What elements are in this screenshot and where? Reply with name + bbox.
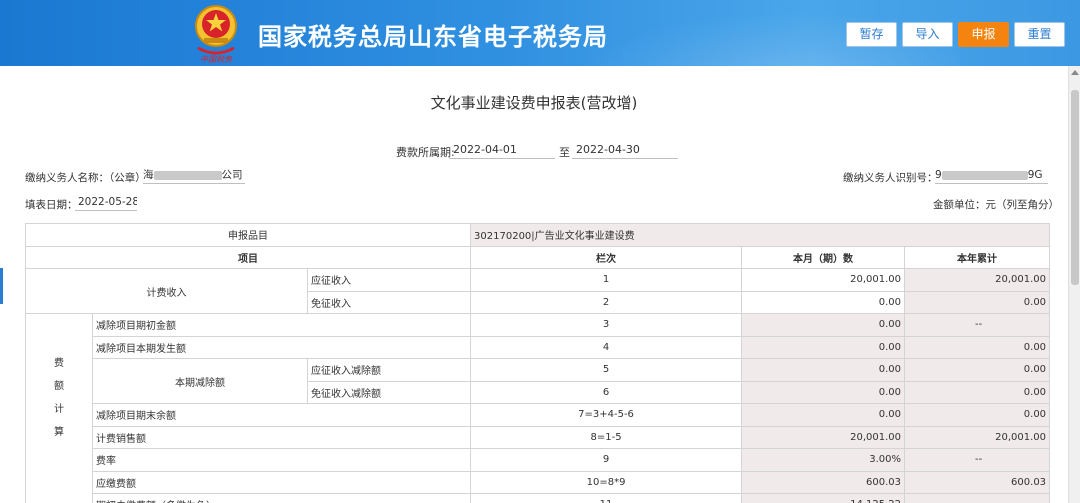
deduct-this-period-label: 本期减除额: [92, 358, 308, 404]
save-draft-button[interactable]: 暂存: [846, 22, 897, 47]
month-amount-input[interactable]: 20,001.00: [741, 268, 906, 292]
column-number: 8=1-5: [470, 425, 743, 449]
reset-button[interactable]: 重置: [1014, 22, 1065, 47]
table-row: 申报品目 302170200|广告业文化事业建设费: [24, 223, 1051, 247]
year-amount: 600.03: [904, 470, 1051, 494]
deduct-start-label: 减除项目期初金额: [91, 313, 472, 337]
month-amount-input[interactable]: 0.00: [741, 290, 906, 314]
exempt-income-label: 免征收入: [306, 290, 472, 314]
table-row: 计费销售额 8=1-5 20,001.00 20,001.00: [26, 425, 1051, 449]
table-row: 计费收入 应征收入 1 20,001.00 20,001.00: [25, 268, 1051, 314]
column-number: 4: [470, 335, 743, 359]
import-button[interactable]: 导入: [902, 22, 953, 47]
year-amount: 0.00: [904, 403, 1051, 427]
year-amount: 20,001.00: [904, 268, 1051, 292]
payer-name-prefix: 海: [143, 169, 154, 181]
declaration-table: 申报品目 302170200|广告业文化事业建设费 项目 栏次 本月（期）数 本…: [24, 223, 1051, 503]
taxable-income-label: 应征收入: [306, 268, 472, 292]
table-row: 减除项目本期发生额 4 0.00 0.00: [26, 335, 1051, 359]
column-number: 1: [470, 268, 743, 292]
period-start-input[interactable]: [449, 140, 555, 159]
month-amount: 0.00: [741, 335, 906, 359]
column-number: 2: [470, 290, 743, 314]
scroll-up-icon[interactable]: [1071, 70, 1079, 75]
month-amount: 14,125.22: [741, 493, 906, 503]
fill-date-value: 2022-05-28: [75, 194, 137, 211]
year-amount: --: [904, 313, 1051, 337]
payer-name-field[interactable]: 海 公司: [143, 167, 245, 184]
month-amount: 3.00%: [741, 448, 906, 472]
submit-button[interactable]: 申报: [958, 22, 1009, 47]
header-column: 栏次: [470, 245, 743, 269]
deduct-taxable-label: 应征收入减除额: [306, 358, 472, 382]
table-row: 应缴费额 10=8*9 600.03 600.03: [26, 470, 1051, 494]
redacted-bar: [153, 170, 222, 180]
fee-calculation-label: 费 额 计 算: [25, 313, 93, 503]
payer-id-prefix: 9: [935, 169, 942, 181]
month-amount: 0.00: [741, 358, 906, 382]
svg-text:中国税务: 中国税务: [200, 55, 233, 64]
month-amount: 20,001.00: [741, 425, 906, 449]
deduct-current-label: 减除项目本期发生额: [91, 335, 472, 359]
header-month: 本月（期）数: [741, 245, 906, 269]
year-amount: 20,001.00: [904, 425, 1051, 449]
fill-date-label: 填表日期：: [25, 199, 78, 211]
column-number: 6: [470, 380, 743, 404]
left-edge-indicator: [0, 268, 3, 304]
year-amount: [904, 493, 1051, 503]
table-row: 本期减除额 应征收入减除额 5 0.00 0.00: [26, 358, 1051, 404]
payer-name-label: 缴纳义务人名称：（公章）: [25, 172, 146, 184]
payer-name-suffix: 公司: [221, 169, 243, 181]
column-number: 3: [470, 313, 743, 337]
table-row: 期初未缴费额（多缴为负） 11 14,125.22: [26, 493, 1051, 503]
billing-income-label: 计费收入: [25, 268, 308, 314]
prepaid-label: 期初未缴费额（多缴为负）: [91, 493, 472, 503]
month-amount: 0.00: [741, 380, 906, 404]
amount-unit-label: 金额单位：元（列至角分）: [933, 199, 1059, 211]
table-row: 费率 9 3.00% --: [26, 448, 1051, 472]
vertical-scrollbar[interactable]: [1068, 66, 1080, 503]
header-year: 本年累计: [904, 245, 1051, 269]
month-amount: 0.00: [741, 403, 906, 427]
fee-sales-label: 计费销售额: [91, 425, 472, 449]
header-project: 项目: [24, 245, 472, 269]
payer-id-label: 缴纳义务人识别号：: [843, 172, 938, 184]
table-row: 减除项目期末余额 7=3+4-5-6 0.00 0.00: [26, 403, 1051, 427]
item-value[interactable]: 302170200|广告业文化事业建设费: [470, 223, 1051, 247]
payer-id-field[interactable]: 9 9G: [935, 167, 1048, 184]
column-number: 11: [470, 493, 743, 503]
year-amount: 0.00: [904, 290, 1051, 314]
site-title: 国家税务总局山东省电子税务局: [258, 23, 608, 51]
period-end-input[interactable]: [572, 140, 678, 159]
deduct-end-label: 减除项目期末余额: [91, 403, 472, 427]
column-number: 10=8*9: [470, 470, 743, 494]
year-amount: 0.00: [904, 335, 1051, 359]
column-number: 5: [470, 358, 743, 382]
deduct-exempt-label: 免征收入减除额: [306, 380, 472, 404]
payer-id-suffix: 9G: [1027, 169, 1043, 181]
redacted-bar: [941, 170, 1028, 180]
payable-label: 应缴费额: [91, 470, 472, 494]
fee-rate-label: 费率: [91, 448, 472, 472]
period-label: 费款所属期:: [396, 146, 455, 159]
top-header: 中国税务 国家税务总局山东省电子税务局 暂存 导入 申报 重置: [0, 0, 1080, 66]
month-amount: 0.00: [741, 313, 906, 337]
column-number: 9: [470, 448, 743, 472]
year-amount: --: [904, 448, 1051, 472]
table-row: 费 额 计 算 减除项目期初金额 3 0.00 --: [25, 313, 1051, 503]
period-to-label: 至: [559, 146, 570, 159]
form-title: 文化事业建设费申报表(营改增): [430, 94, 638, 112]
scrollbar-thumb[interactable]: [1071, 90, 1079, 285]
year-amount: 0.00: [904, 358, 1051, 382]
table-header-row: 项目 栏次 本月（期）数 本年累计: [24, 245, 1051, 269]
column-number: 7=3+4-5-6: [470, 403, 743, 427]
item-label: 申报品目: [24, 223, 472, 247]
year-amount: 0.00: [904, 380, 1051, 404]
month-amount: 600.03: [741, 470, 906, 494]
tax-emblem-icon: 中国税务: [195, 5, 237, 64]
